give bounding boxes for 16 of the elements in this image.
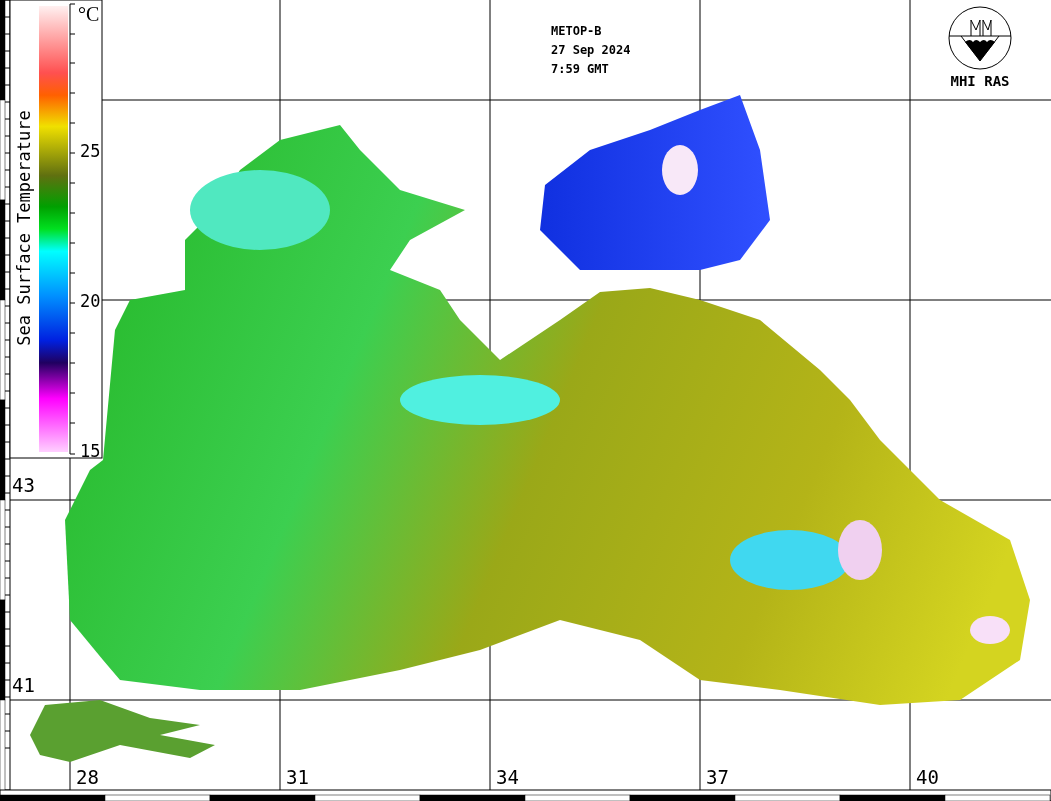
image-date: 27 Sep 2024 — [551, 43, 631, 58]
institute-name: MHI RAS — [950, 74, 1010, 89]
unit-label: °C — [78, 4, 100, 24]
longitude-label: 31 — [286, 768, 309, 787]
legend-title: Sea Surface Temperature — [15, 110, 33, 346]
scale-tick-label: 25 — [80, 143, 101, 160]
longitude-label: 28 — [76, 768, 99, 787]
scale-tick-label: 20 — [80, 293, 101, 310]
image-time: 7:59 GMT — [551, 62, 610, 77]
latitude-label: 43 — [12, 476, 35, 495]
satellite-name: METOP-B — [551, 24, 603, 39]
latitude-label: 41 — [12, 676, 35, 695]
scale-tick-label: 15 — [80, 443, 101, 460]
longitude-label: 37 — [706, 768, 729, 787]
longitude-label: 34 — [496, 768, 519, 787]
longitude-label: 40 — [916, 768, 939, 787]
